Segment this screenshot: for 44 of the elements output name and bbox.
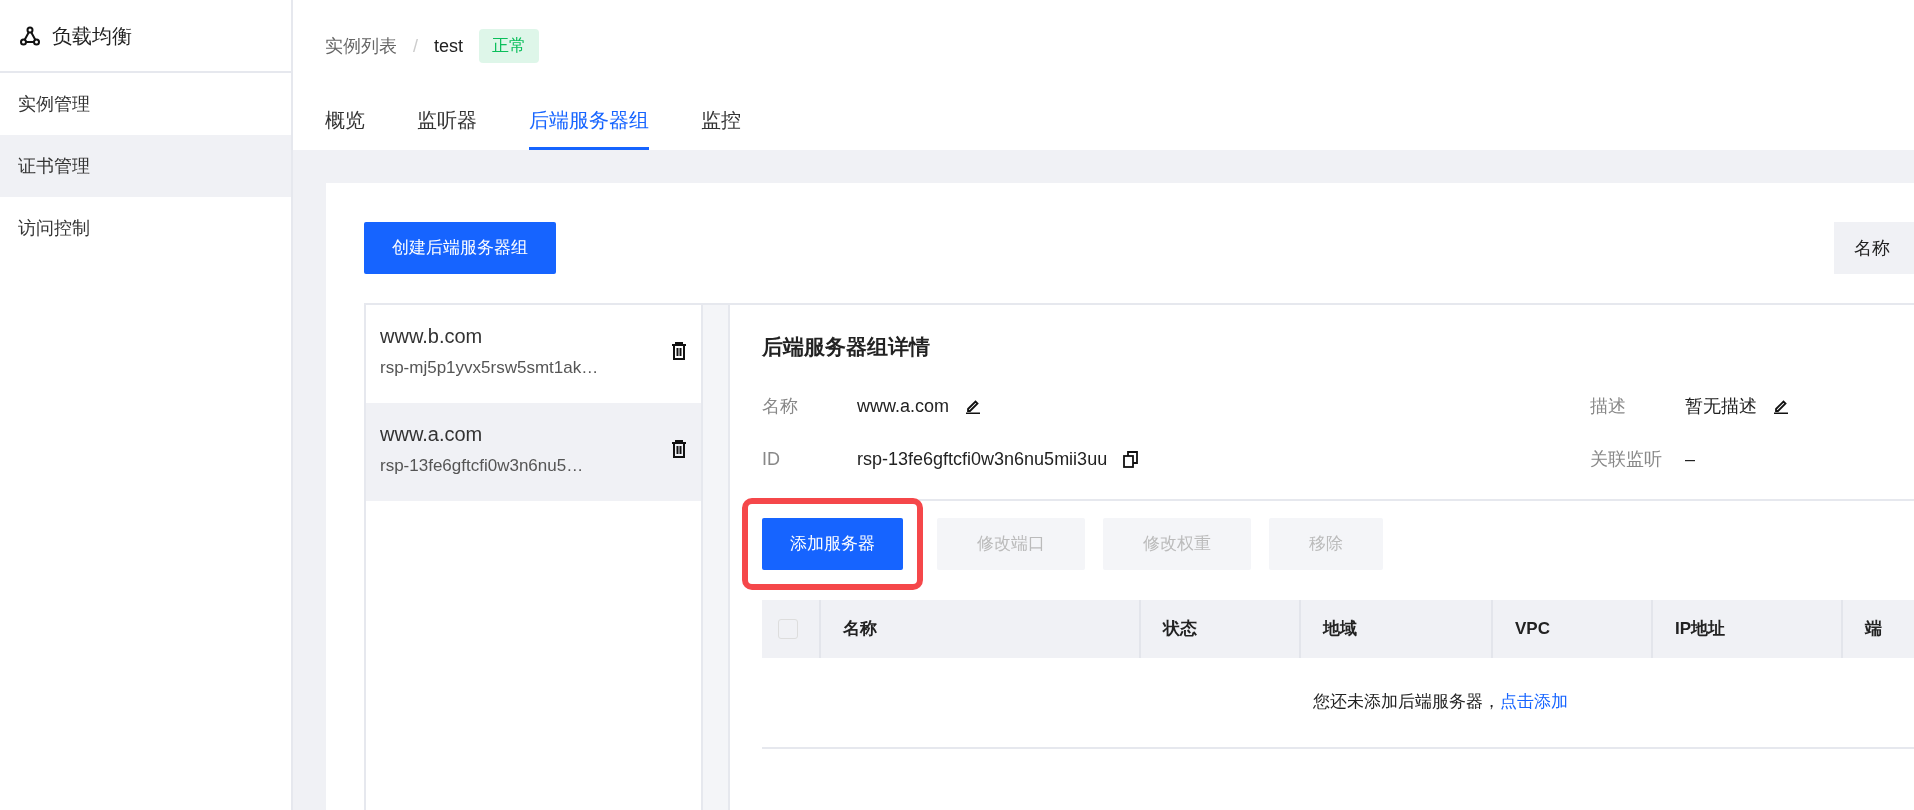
group-name[interactable]: www.a.com xyxy=(380,419,672,449)
sidebar-item[interactable]: 证书管理 xyxy=(0,135,291,197)
action-button: 修改权重 xyxy=(1103,517,1251,570)
group-id: rsp-mj5p1yvx5rsw5smt1ak… xyxy=(380,357,600,379)
action-button[interactable]: 添加服务器 xyxy=(762,517,903,570)
tab[interactable]: 监听器 xyxy=(417,105,477,150)
column-header: 状态 xyxy=(1140,599,1300,658)
empty-message: 您还未添加后端服务器，点击添加 xyxy=(1313,692,1568,712)
trash-icon[interactable] xyxy=(671,341,688,360)
sidebar-title: 负载均衡 xyxy=(52,23,132,49)
field-value: rsp-13fe6gftcfi0w3n6nu5mii3uu xyxy=(857,447,1108,471)
nodes-icon xyxy=(20,25,40,46)
panel-title: 后端服务器组详情 xyxy=(762,334,931,360)
breadcrumb-separator: / xyxy=(413,34,418,58)
field-label: ID xyxy=(762,447,781,471)
field-label: 描述 xyxy=(1590,394,1627,418)
column-header: 端 xyxy=(1842,599,1914,658)
field-value: 暂无描述 xyxy=(1685,394,1757,418)
tab[interactable]: 概览 xyxy=(325,105,365,150)
sidebar-item[interactable]: 实例管理 xyxy=(0,73,291,135)
column-header: 名称 xyxy=(820,599,1140,658)
breadcrumb-link[interactable]: 实例列表 xyxy=(325,32,397,60)
action-button: 修改端口 xyxy=(937,517,1085,570)
filter-select[interactable]: 名称 xyxy=(1834,222,1914,274)
status-badge: 正常 xyxy=(479,29,540,63)
group-id: rsp-13fe6gftcfi0w3n6nu5… xyxy=(380,455,585,477)
trash-icon[interactable] xyxy=(671,439,688,458)
field-value: – xyxy=(1685,447,1695,471)
field-label: 关联监听 xyxy=(1590,447,1663,471)
column-header: 地域 xyxy=(1300,599,1492,658)
field-label: 名称 xyxy=(762,394,799,418)
pencil-icon[interactable] xyxy=(965,398,982,414)
sidebar-item[interactable]: 访问控制 xyxy=(0,197,291,259)
column-header: VPC xyxy=(1492,599,1652,658)
tab[interactable]: 监控 xyxy=(701,105,741,150)
action-button: 移除 xyxy=(1269,517,1383,570)
add-link[interactable]: 点击添加 xyxy=(1500,692,1568,712)
field-value: www.a.com xyxy=(857,394,950,418)
copy-icon[interactable] xyxy=(1123,450,1139,468)
create-button[interactable]: 创建后端服务器组 xyxy=(364,222,556,274)
group-name[interactable]: www.b.com xyxy=(380,321,672,351)
pencil-icon[interactable] xyxy=(1773,398,1789,414)
column-header: IP地址 xyxy=(1652,599,1842,658)
breadcrumb-current: test xyxy=(434,34,464,58)
